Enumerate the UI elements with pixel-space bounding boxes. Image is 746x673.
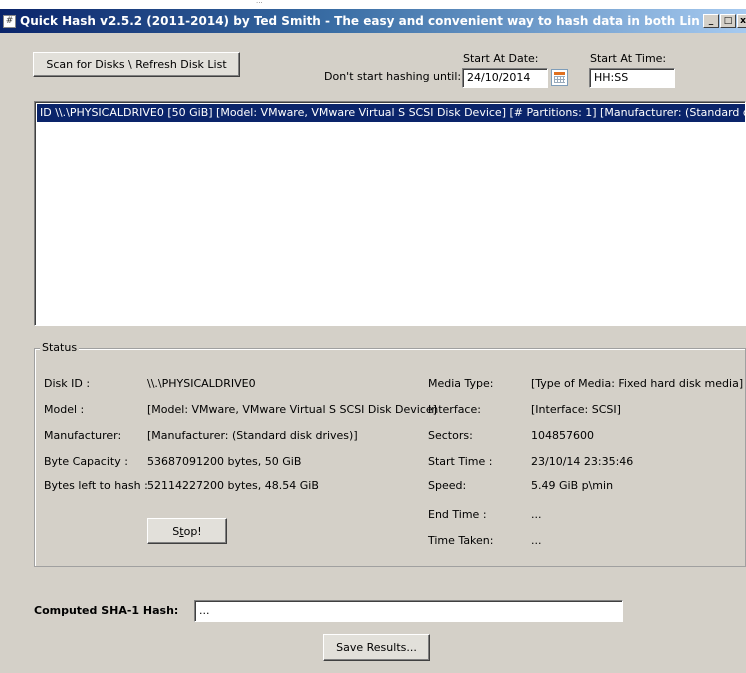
disk-id-label: Disk ID : [44,377,91,390]
stop-button-suffix: op! [183,524,202,538]
sha1-hash-field[interactable]: ... [194,600,623,622]
scan-disks-button[interactable]: Scan for Disks \ Refresh Disk List [33,52,240,77]
status-caption: Status [40,341,80,354]
stop-button-prefix: S [172,524,180,538]
media-type-label: Media Type: [428,377,494,390]
speed-label: Speed: [428,479,467,492]
model-label: Model : [44,403,85,416]
manufacturer-value: [Manufacturer: (Standard disk drives)] [147,429,358,442]
model-value: [Model: VMware, VMware Virtual S SCSI Di… [147,403,437,416]
byte-capacity-label: Byte Capacity : [44,455,128,468]
disk-list[interactable]: ID \\.\PHYSICALDRIVE0 [50 GiB] [Model: V… [34,101,746,326]
quick-hash-window: ... # Quick Hash v2.5.2 (2011-2014) by T… [0,0,746,673]
start-time-field[interactable]: HH:SS [589,68,675,88]
calendar-icon-header [554,72,565,75]
time-taken-value: ... [531,534,542,547]
start-time-status-label: Start Time : [428,455,493,468]
close-button[interactable]: x [737,14,746,28]
byte-capacity-value: 53687091200 bytes, 50 GiB [147,455,302,468]
window-title: Quick Hash v2.5.2 (2011-2014) by Ted Smi… [20,14,700,28]
save-results-button[interactable]: Save Results... [323,634,430,661]
disk-list-item[interactable]: ID \\.\PHYSICALDRIVE0 [50 GiB] [Model: V… [37,104,745,122]
minimize-button[interactable]: _ [703,14,719,28]
stop-button[interactable]: St op! [147,518,227,544]
end-time-value: ... [531,508,542,521]
interface-value: [Interface: SCSI] [531,403,621,416]
start-time-status-value: 23/10/14 23:35:46 [531,455,634,468]
app-icon[interactable]: # [3,15,16,28]
interface-label: Interface: [428,403,481,416]
title-bar[interactable]: ... # Quick Hash v2.5.2 (2011-2014) by T… [0,0,746,33]
title-strip-text: ... [256,0,263,5]
maximize-button[interactable]: □ [720,14,736,28]
manufacturer-label: Manufacturer: [44,429,122,442]
title-strip: ... [0,0,746,9]
calendar-icon[interactable] [551,69,568,86]
speed-value: 5.49 GiB p\min [531,479,614,492]
media-type-value: [Type of Media: Fixed hard disk media] [531,377,744,390]
bytes-left-value: 52114227200 bytes, 48.54 GiB [147,479,319,492]
start-date-field[interactable]: 24/10/2014 [462,68,548,88]
sha1-hash-label: Computed SHA-1 Hash: [34,604,179,617]
start-date-label: Start At Date: [463,52,539,65]
start-time-label: Start At Time: [590,52,667,65]
sectors-value: 104857600 [531,429,594,442]
sectors-label: Sectors: [428,429,473,442]
calendar-icon-grid [554,76,565,83]
dont-start-label: Don't start hashing until: [324,70,462,83]
disk-id-value: \\.\PHYSICALDRIVE0 [147,377,256,390]
end-time-label: End Time : [428,508,487,521]
bytes-left-label: Bytes left to hash : [44,479,148,492]
time-taken-label: Time Taken: [428,534,494,547]
